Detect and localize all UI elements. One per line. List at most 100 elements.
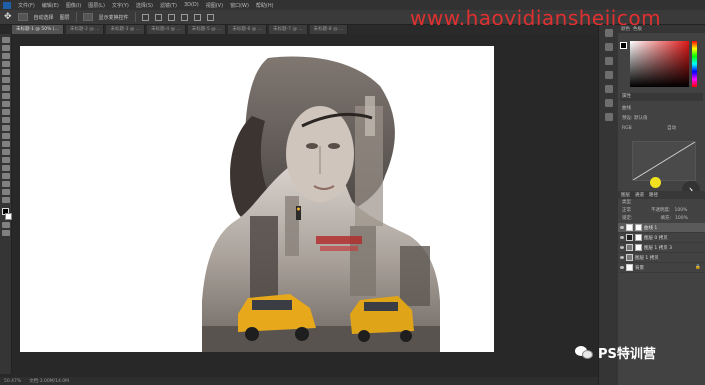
quick-select-tool-icon[interactable] xyxy=(1,61,10,67)
visibility-eye-icon[interactable] xyxy=(620,236,624,239)
hue-slider[interactable] xyxy=(692,41,697,87)
blend-mode-dropdown[interactable]: 正常 xyxy=(622,207,631,215)
adjustments-icon[interactable] xyxy=(604,113,613,121)
brush-tool-icon[interactable] xyxy=(1,93,10,99)
menu-file[interactable]: 文件(F) xyxy=(18,2,35,9)
menu-type[interactable]: 文字(Y) xyxy=(112,2,129,9)
more-tools-icon[interactable] xyxy=(1,197,10,203)
menu-layer[interactable]: 图层(L) xyxy=(88,2,105,9)
layer-row[interactable]: 背景 🔒 xyxy=(618,263,705,273)
tab-color[interactable]: 颜色 xyxy=(621,26,630,32)
menu-edit[interactable]: 编辑(E) xyxy=(42,2,59,9)
auto-select-checkbox[interactable] xyxy=(17,13,28,21)
info-icon[interactable] xyxy=(604,99,613,107)
lasso-tool-icon[interactable] xyxy=(1,53,10,59)
document-canvas[interactable] xyxy=(20,46,494,352)
tab-swatches[interactable]: 色板 xyxy=(633,26,642,32)
align-bottom-icon[interactable] xyxy=(167,13,175,21)
filter-kind-dropdown[interactable]: 类型 xyxy=(622,199,631,207)
pen-tool-icon[interactable] xyxy=(1,149,10,155)
clone-stamp-icon[interactable] xyxy=(1,101,10,107)
hand-tool-icon[interactable] xyxy=(1,181,10,187)
layer-mask-thumbnail[interactable] xyxy=(635,224,642,231)
align-middle-icon[interactable] xyxy=(154,13,162,21)
channel-dropdown[interactable]: RGB xyxy=(622,126,632,131)
align-right-icon[interactable] xyxy=(206,13,214,21)
shape-tool-icon[interactable] xyxy=(1,173,10,179)
move-tool-icon[interactable] xyxy=(1,37,10,43)
menu-select[interactable]: 选择(S) xyxy=(136,2,153,9)
history-icon[interactable] xyxy=(604,29,613,37)
fill-value[interactable]: 100% xyxy=(675,215,688,223)
visibility-eye-icon[interactable] xyxy=(620,266,624,269)
document-tab[interactable]: 未标题-7 @ ... xyxy=(269,25,308,34)
layer-row[interactable]: 图层 0 拷贝 xyxy=(618,233,705,243)
document-tab[interactable]: 未标题-1 @ 50% (... xyxy=(12,25,64,34)
align-center-icon[interactable] xyxy=(193,13,201,21)
panel-icons-strip xyxy=(598,25,618,385)
background-color-swatch[interactable] xyxy=(5,213,12,220)
document-tab[interactable]: 未标题-5 @ ... xyxy=(187,25,227,34)
preset-row: 预设: 默认值 xyxy=(620,115,703,123)
path-select-icon[interactable] xyxy=(1,165,10,171)
document-tab[interactable]: 未标题-4 @ ... xyxy=(147,25,186,34)
tab-layers[interactable]: 图层 xyxy=(621,192,630,198)
history-brush-icon[interactable] xyxy=(1,109,10,115)
crop-tool-icon[interactable] xyxy=(1,69,10,75)
fill-label: 填充: xyxy=(660,216,672,221)
layer-row[interactable]: 图层 1 拷贝 3 xyxy=(618,243,705,253)
properties-title: 属性 xyxy=(622,94,631,99)
zoom-level[interactable]: 50.47% xyxy=(4,379,21,384)
layer-mask-thumbnail[interactable] xyxy=(635,244,642,251)
marquee-tool-icon[interactable] xyxy=(1,45,10,51)
paragraph-icon[interactable] xyxy=(604,85,613,93)
menu-view[interactable]: 视图(V) xyxy=(206,2,223,9)
document-size[interactable]: 文档:3.00M/14.0M xyxy=(29,378,69,384)
align-left-icon[interactable] xyxy=(180,13,188,21)
brush-preset-icon[interactable] xyxy=(604,57,613,65)
visibility-eye-icon[interactable] xyxy=(620,246,624,249)
character-icon[interactable] xyxy=(604,71,613,79)
color-panel-tabs: 颜色 色板 xyxy=(618,25,705,33)
show-transform-checkbox[interactable] xyxy=(82,13,93,21)
menu-help[interactable]: 帮助(H) xyxy=(256,2,274,9)
document-tab[interactable]: 未标题-2 @ ... xyxy=(65,25,105,34)
tab-channels[interactable]: 通道 xyxy=(635,192,644,198)
gradient-tool-icon[interactable] xyxy=(1,125,10,131)
visibility-eye-icon[interactable] xyxy=(620,226,624,229)
move-tool-icon[interactable]: ✥ xyxy=(4,12,12,22)
menu-filter[interactable]: 滤镜(T) xyxy=(160,2,177,9)
branding-text: PS特训营 xyxy=(598,347,656,362)
visibility-eye-icon[interactable] xyxy=(620,256,624,259)
document-tab[interactable]: 未标题-3 @ ... xyxy=(106,25,146,34)
zoom-tool-icon[interactable] xyxy=(1,189,10,195)
quick-mask-icon[interactable] xyxy=(1,222,10,228)
layer-dropdown[interactable]: 图层 xyxy=(60,14,70,21)
blur-tool-icon[interactable] xyxy=(1,133,10,139)
eyedropper-tool-icon[interactable] xyxy=(1,77,10,83)
document-tab[interactable]: 未标题-8 @ ... xyxy=(309,25,349,34)
type-tool-icon[interactable] xyxy=(1,157,10,163)
actions-icon[interactable] xyxy=(604,43,613,51)
menu-image[interactable]: 图像(I) xyxy=(66,2,81,9)
screen-mode-icon[interactable] xyxy=(1,230,10,236)
curves-graph[interactable] xyxy=(632,141,696,181)
layer-row[interactable]: 图层 1 拷贝 xyxy=(618,253,705,263)
tab-paths[interactable]: 路径 xyxy=(649,192,658,198)
opacity-value[interactable]: 100% xyxy=(675,207,688,215)
auto-button[interactable]: 自动 xyxy=(667,126,676,131)
foreground-color-swatch[interactable] xyxy=(620,42,627,49)
healing-brush-icon[interactable] xyxy=(1,85,10,91)
layer-mask-thumbnail[interactable] xyxy=(635,234,642,241)
eraser-tool-icon[interactable] xyxy=(1,117,10,123)
menu-3d[interactable]: 3D(D) xyxy=(184,2,199,8)
align-top-icon[interactable] xyxy=(141,13,149,21)
color-picker-field[interactable] xyxy=(630,41,689,87)
layer-name: 图层 0 拷贝 xyxy=(644,235,668,241)
preset-dropdown[interactable]: 默认值 xyxy=(634,116,648,121)
menu-window[interactable]: 窗口(W) xyxy=(230,2,249,9)
document-tab[interactable]: 未标题-6 @ ... xyxy=(228,25,268,34)
layer-row[interactable]: 曲线 1 xyxy=(618,223,705,233)
dodge-tool-icon[interactable] xyxy=(1,141,10,147)
layer-thumbnail xyxy=(626,264,633,271)
